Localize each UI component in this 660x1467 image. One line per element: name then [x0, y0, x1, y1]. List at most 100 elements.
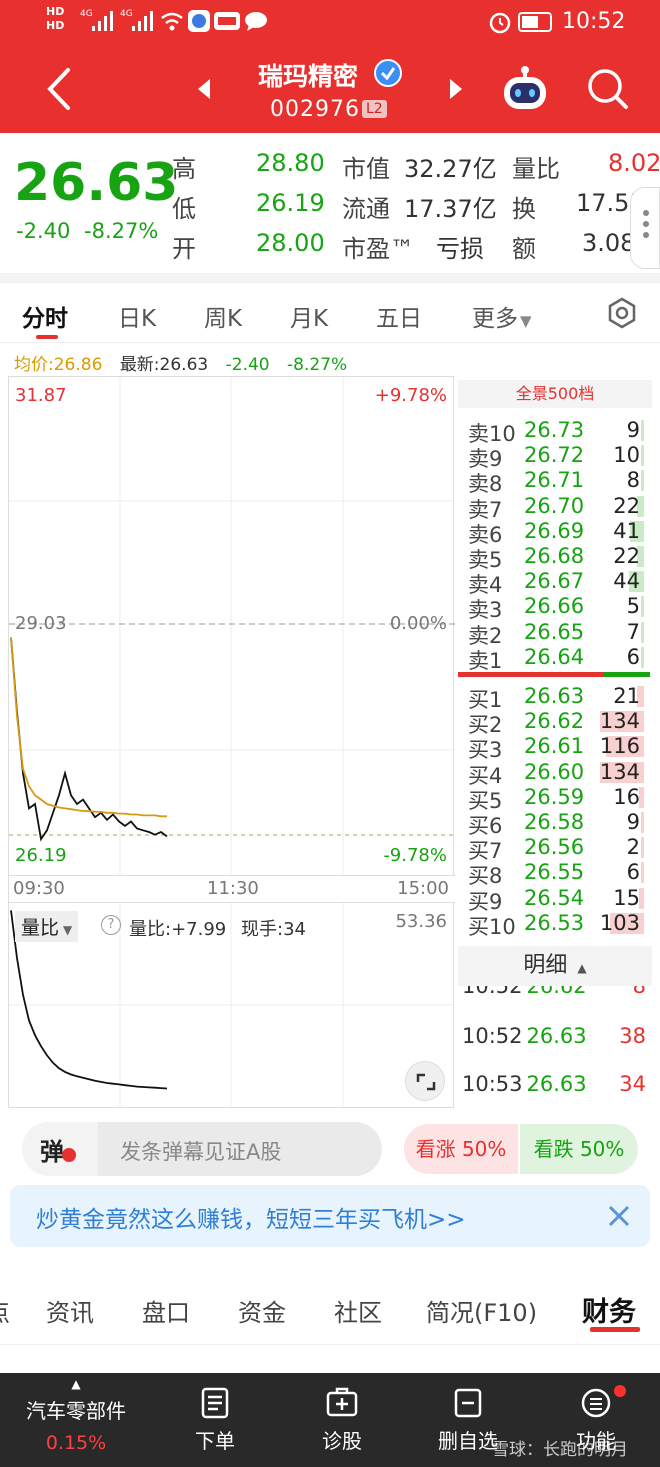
level-volume: 16	[613, 784, 640, 809]
latest-change: -2.40	[225, 355, 270, 375]
level-volume: 10	[613, 443, 640, 468]
bid-row[interactable]: 买8 26.55 6	[458, 860, 652, 888]
level-price: 26.63	[524, 684, 585, 708]
open-label: 开	[172, 235, 196, 263]
price-line	[10, 637, 168, 842]
message-icon	[245, 12, 267, 31]
level-volume-bar	[641, 621, 644, 643]
prev-stock-icon[interactable]	[196, 77, 212, 101]
trade-row: 10:52 26.62 8	[462, 986, 646, 998]
robot-icon[interactable]	[500, 65, 550, 111]
close-icon[interactable]	[606, 1203, 632, 1229]
level-volume-bar	[641, 646, 644, 668]
price-change: -2.40	[16, 219, 71, 243]
level-label: 买10	[468, 914, 516, 939]
order-button[interactable]: 下单	[185, 1387, 245, 1454]
level-volume: 41	[613, 518, 640, 543]
ask-row[interactable]: 卖7 26.70 22	[458, 493, 652, 522]
bid-row[interactable]: 买4 26.60 134	[458, 760, 652, 788]
danmu-input[interactable]: 发条弹幕见证A股	[98, 1122, 382, 1176]
tab-daily-k[interactable]: 日K	[118, 299, 156, 333]
level-price: 26.72	[524, 443, 585, 468]
ad-banner[interactable]: 炒黄金竟然这么赚钱，短短三年买飞机>>	[10, 1185, 650, 1247]
expand-handle[interactable]	[630, 187, 660, 269]
ask-row[interactable]: 卖9 26.72 10	[458, 443, 652, 471]
bid-row[interactable]: 买2 26.62 134	[458, 709, 652, 737]
ask-row[interactable]: 卖2 26.65 7	[458, 620, 652, 648]
divider	[0, 273, 660, 283]
trade-row: 10:53 26.63 34	[462, 1072, 646, 1096]
bid-row[interactable]: 买10 26.53 103	[458, 910, 652, 939]
bid-row[interactable]: 买6 26.58 9	[458, 810, 652, 838]
high-label: 高	[172, 155, 196, 183]
remove-watchlist-icon	[454, 1388, 482, 1418]
level-volume: 21	[613, 684, 640, 708]
level-volume: 22	[613, 493, 640, 518]
wifi-icon	[161, 12, 183, 31]
danmu-icon[interactable]: 弹	[40, 1132, 64, 1167]
level-volume: 134	[599, 709, 640, 734]
ask-row[interactable]: 卖6 26.69 41	[458, 518, 652, 547]
level-volume: 22	[613, 544, 640, 568]
help-icon[interactable]: ?	[101, 915, 121, 935]
amount-label: 额	[512, 235, 536, 263]
tab-five-day[interactable]: 五日	[376, 299, 422, 333]
tab-quote-detail[interactable]: 盘口	[142, 1293, 190, 1328]
tab-indicator	[590, 1327, 640, 1332]
settings-icon[interactable]	[606, 297, 638, 329]
y-pct-top: +9.78%	[374, 385, 447, 406]
ask-row[interactable]: 卖8 26.71 8	[458, 468, 652, 496]
tab-finance[interactable]: 财务	[582, 1290, 636, 1329]
bid-row[interactable]: 买9 26.54 15	[458, 885, 652, 914]
level-price: 26.64	[524, 644, 585, 669]
trade-detail-list[interactable]: 10:52 26.62 8 10:52 26.63 38 10:53 26.63 34	[458, 986, 652, 1108]
y-pct-mid: 0.00%	[389, 613, 447, 634]
ask-row[interactable]: 卖5 26.68 22	[458, 544, 652, 572]
watermark: 雪球：长跑的明月	[492, 1440, 628, 1460]
bid-row[interactable]: 买7 26.56 2	[458, 835, 652, 863]
ask-row[interactable]: 卖1 26.64 6	[458, 644, 652, 673]
ask-row[interactable]: 卖10 26.73 9	[458, 418, 652, 446]
bid-row[interactable]: 买5 26.59 16	[458, 784, 652, 813]
level-volume-bar	[641, 420, 644, 441]
level-volume-bar	[641, 837, 644, 859]
low-value: 26.19	[256, 189, 325, 217]
battery-icon	[518, 12, 552, 32]
intraday-chart[interactable]: 31.87 29.03 26.19 +9.78% 0.00% -9.78% 09…	[8, 376, 455, 1108]
bid-row[interactable]: 买3 26.61 116	[458, 734, 652, 762]
x-axis: 09:30 11:30 15:00	[9, 875, 455, 903]
sector-button[interactable]: ▲ 汽车零部件 0.15%	[0, 1373, 152, 1467]
diagnose-button[interactable]: 诊股	[312, 1387, 372, 1454]
ask-row[interactable]: 卖3 26.66 5	[458, 594, 652, 622]
level-volume: 5	[626, 594, 640, 619]
level-volume-bar	[641, 812, 644, 833]
clock: 10:52	[562, 9, 626, 34]
level-volume: 103	[599, 910, 640, 935]
detail-toggle[interactable]: 明细 ▲	[458, 946, 652, 986]
bearish-button[interactable]: 看跌 50%	[520, 1124, 638, 1174]
latest-pct: -8.27%	[287, 355, 348, 375]
tab-monthly-k[interactable]: 月K	[290, 299, 328, 333]
level-price: 26.55	[524, 860, 585, 885]
level-price: 26.54	[524, 885, 585, 910]
tab-partial[interactable]: 点	[0, 1293, 10, 1328]
bid-row[interactable]: 买1 26.63 21	[458, 684, 652, 712]
avg-price: 均价:26.86	[14, 355, 103, 375]
tab-f10[interactable]: 简况(F10)	[426, 1293, 537, 1328]
danmu-bar: 弹 发条弹幕见证A股	[22, 1122, 382, 1176]
full-depth-button[interactable]: 全景500档	[458, 380, 652, 408]
search-icon[interactable]	[586, 67, 630, 111]
tab-more[interactable]: 更多 ▼	[472, 299, 532, 333]
tab-news[interactable]: 资讯	[46, 1293, 94, 1328]
tab-intraday[interactable]: 分时	[22, 299, 68, 333]
indicator-select[interactable]: 量比 ▼	[15, 911, 79, 942]
next-stock-icon[interactable]	[448, 77, 464, 101]
tab-community[interactable]: 社区	[334, 1293, 382, 1328]
ask-row[interactable]: 卖4 26.67 44	[458, 569, 652, 597]
tab-weekly-k[interactable]: 周K	[204, 299, 242, 333]
fullscreen-button[interactable]	[405, 1061, 445, 1101]
back-icon[interactable]	[44, 67, 74, 111]
tab-funds[interactable]: 资金	[238, 1293, 286, 1328]
bullish-button[interactable]: 看涨 50%	[404, 1124, 518, 1174]
order-book: 全景500档 卖10 26.73 9 卖9 26.72 10 卖8 26.71 8 卖7 26.70…	[458, 376, 652, 1108]
